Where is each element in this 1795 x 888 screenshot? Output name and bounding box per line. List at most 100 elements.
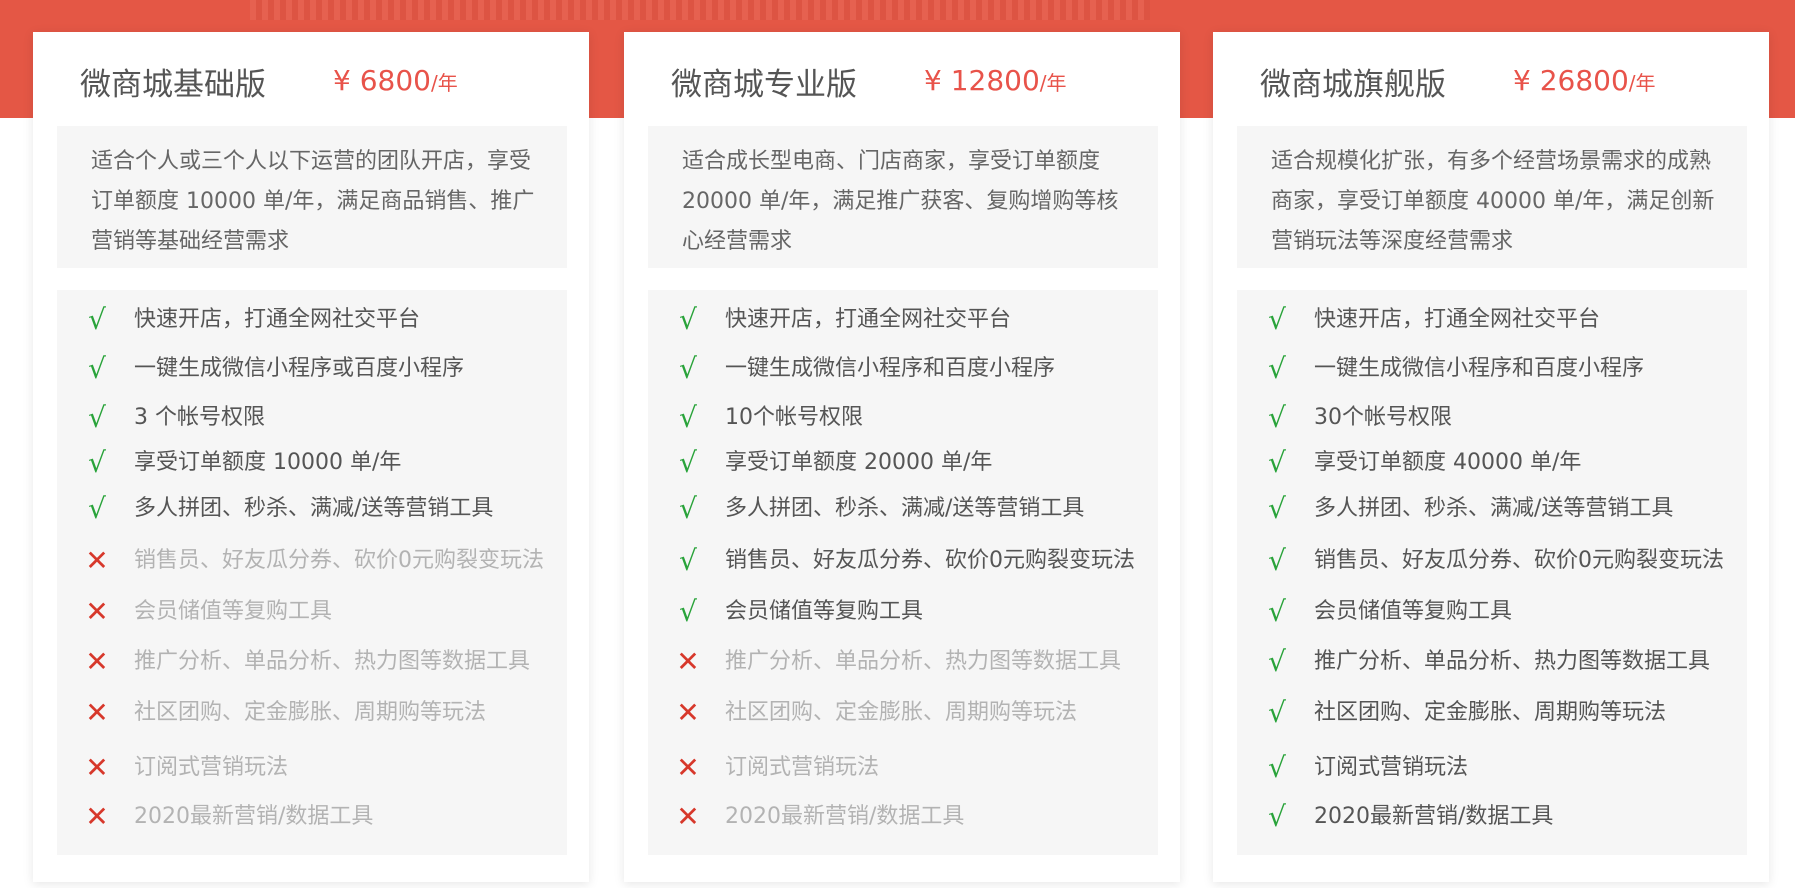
check-icon: √ [679, 544, 697, 577]
check-icon: √ [1268, 352, 1286, 385]
feature-label: 推广分析、单品分析、热力图等数据工具 [725, 649, 1122, 674]
feature-item: √ 3 个帐号权限 [57, 400, 567, 440]
feature-label: 多人拼团、秒杀、满减/送等营销工具 [134, 496, 494, 521]
plan-name: 微商城专业版 [671, 67, 857, 103]
feature-item: √ 享受订单额度 20000 单/年 [648, 445, 1158, 485]
feature-item: √ 快速开店，打通全网社交平台 [57, 302, 567, 342]
feature-list: √ 快速开店，打通全网社交平台 √ 一键生成微信小程序和百度小程序 √ 10个帐号权限 √ 享… [648, 290, 1158, 855]
feature-list: √ 快速开店，打通全网社交平台 √ 一键生成微信小程序或百度小程序 √ 3 个帐号权限 √ 享… [57, 290, 567, 855]
feature-label: 2020最新营销/数据工具 [1314, 804, 1554, 829]
feature-item: √ 销售员、好友瓜分券、砍价0元购裂变玩法 [648, 543, 1158, 583]
cross-icon: ✕ [85, 595, 109, 628]
check-icon: √ [88, 401, 106, 434]
plan-description: 适合成长型电商、门店商家，享受订单额度 20000 单/年，满足推广获客、复购增… [682, 149, 1119, 254]
feature-item: √ 推广分析、单品分析、热力图等数据工具 [1237, 644, 1747, 684]
feature-item: √ 一键生成微信小程序和百度小程序 [648, 351, 1158, 391]
feature-item: √ 会员储值等复购工具 [648, 594, 1158, 634]
feature-item: √ 快速开店，打通全网社交平台 [1237, 302, 1747, 342]
plan-description-box: 适合成长型电商、门店商家，享受订单额度 20000 单/年，满足推广获客、复购增… [648, 126, 1158, 268]
feature-label: 一键生成微信小程序和百度小程序 [1314, 356, 1645, 381]
cross-icon: ✕ [85, 696, 109, 729]
plan-name: 微商城基础版 [80, 67, 266, 103]
plan-description: 适合个人或三个人以下运营的团队开店，享受订单额度 10000 单/年，满足商品销… [91, 149, 535, 254]
feature-item: ✕ 社区团购、定金膨胀、周期购等玩法 [648, 695, 1158, 735]
feature-label: 多人拼团、秒杀、满减/送等营销工具 [1314, 496, 1674, 521]
feature-label: 快速开店，打通全网社交平台 [134, 307, 421, 332]
feature-item: √ 多人拼团、秒杀、满减/送等营销工具 [57, 491, 567, 531]
check-icon: √ [1268, 595, 1286, 628]
check-icon: √ [1268, 492, 1286, 525]
feature-item: √ 享受订单额度 40000 单/年 [1237, 445, 1747, 485]
feature-item: √ 多人拼团、秒杀、满减/送等营销工具 [648, 491, 1158, 531]
feature-label: 推广分析、单品分析、热力图等数据工具 [1314, 649, 1711, 674]
feature-item: ✕ 推广分析、单品分析、热力图等数据工具 [57, 644, 567, 684]
feature-item: √ 多人拼团、秒杀、满减/送等营销工具 [1237, 491, 1747, 531]
check-icon: √ [679, 303, 697, 336]
feature-label: 销售员、好友瓜分券、砍价0元购裂变玩法 [134, 548, 544, 573]
cross-icon: ✕ [676, 751, 700, 784]
plan-header: 微商城旗舰版 ¥ 26800/年 [1213, 32, 1769, 122]
plan-card: 微商城基础版 ¥ 6800/年适合个人或三个人以下运营的团队开店，享受订单额度 1… [33, 32, 589, 882]
check-icon: √ [679, 446, 697, 479]
plan-price: ¥ 6800/年 [333, 64, 458, 97]
feature-label: 推广分析、单品分析、热力图等数据工具 [134, 649, 531, 674]
feature-label: 社区团购、定金膨胀、周期购等玩法 [134, 700, 487, 725]
plan-card: 微商城专业版 ¥ 12800/年适合成长型电商、门店商家，享受订单额度 20000… [624, 32, 1180, 882]
feature-label: 30个帐号权限 [1314, 405, 1452, 430]
feature-label: 2020最新营销/数据工具 [725, 804, 965, 829]
price-amount: ¥ 6800 [333, 64, 431, 97]
cross-icon: ✕ [85, 544, 109, 577]
feature-label: 订阅式营销玩法 [134, 755, 289, 780]
feature-item: √ 一键生成微信小程序或百度小程序 [57, 351, 567, 391]
check-icon: √ [1268, 645, 1286, 678]
plan-price: ¥ 12800/年 [924, 64, 1067, 97]
price-unit: /年 [1039, 71, 1067, 95]
feature-item: ✕ 订阅式营销玩法 [648, 750, 1158, 790]
cross-icon: ✕ [676, 696, 700, 729]
feature-label: 会员储值等复购工具 [134, 599, 333, 624]
feature-list: √ 快速开店，打通全网社交平台 √ 一键生成微信小程序和百度小程序 √ 30个帐号权限 √ 享… [1237, 290, 1747, 855]
feature-item: ✕ 2020最新营销/数据工具 [57, 799, 567, 839]
banner-texture [250, 0, 1150, 20]
feature-item: √ 一键生成微信小程序和百度小程序 [1237, 351, 1747, 391]
price-amount: ¥ 12800 [924, 64, 1040, 97]
plan-header: 微商城基础版 ¥ 6800/年 [33, 32, 589, 122]
feature-item: √ 快速开店，打通全网社交平台 [648, 302, 1158, 342]
feature-label: 社区团购、定金膨胀、周期购等玩法 [1314, 700, 1667, 725]
cross-icon: ✕ [85, 800, 109, 833]
feature-label: 订阅式营销玩法 [725, 755, 880, 780]
check-icon: √ [679, 401, 697, 434]
feature-label: 销售员、好友瓜分券、砍价0元购裂变玩法 [725, 548, 1135, 573]
price-amount: ¥ 26800 [1513, 64, 1629, 97]
feature-label: 享受订单额度 40000 单/年 [1314, 450, 1582, 475]
feature-item: √ 10个帐号权限 [648, 400, 1158, 440]
feature-item: ✕ 销售员、好友瓜分券、砍价0元购裂变玩法 [57, 543, 567, 583]
feature-label: 订阅式营销玩法 [1314, 755, 1469, 780]
price-unit: /年 [1628, 71, 1656, 95]
check-icon: √ [1268, 401, 1286, 434]
feature-label: 享受订单额度 10000 单/年 [134, 450, 402, 475]
feature-item: ✕ 社区团购、定金膨胀、周期购等玩法 [57, 695, 567, 735]
check-icon: √ [1268, 696, 1286, 729]
plan-price: ¥ 26800/年 [1513, 64, 1656, 97]
check-icon: √ [1268, 800, 1286, 833]
feature-label: 2020最新营销/数据工具 [134, 804, 374, 829]
check-icon: √ [1268, 303, 1286, 336]
plan-description: 适合规模化扩张，有多个经营场景需求的成熟商家，享受订单额度 40000 单/年，… [1271, 149, 1715, 254]
feature-label: 社区团购、定金膨胀、周期购等玩法 [725, 700, 1078, 725]
check-icon: √ [679, 595, 697, 628]
feature-label: 10个帐号权限 [725, 405, 863, 430]
feature-label: 享受订单额度 20000 单/年 [725, 450, 993, 475]
feature-item: √ 社区团购、定金膨胀、周期购等玩法 [1237, 695, 1747, 735]
plan-name: 微商城旗舰版 [1260, 67, 1446, 103]
check-icon: √ [88, 492, 106, 525]
feature-item: √ 享受订单额度 10000 单/年 [57, 445, 567, 485]
price-unit: /年 [430, 71, 458, 95]
feature-item: √ 2020最新营销/数据工具 [1237, 799, 1747, 839]
feature-label: 3 个帐号权限 [134, 405, 265, 430]
cross-icon: ✕ [85, 751, 109, 784]
feature-label: 快速开店，打通全网社交平台 [725, 307, 1012, 332]
feature-label: 销售员、好友瓜分券、砍价0元购裂变玩法 [1314, 548, 1724, 573]
check-icon: √ [1268, 751, 1286, 784]
feature-item: ✕ 2020最新营销/数据工具 [648, 799, 1158, 839]
